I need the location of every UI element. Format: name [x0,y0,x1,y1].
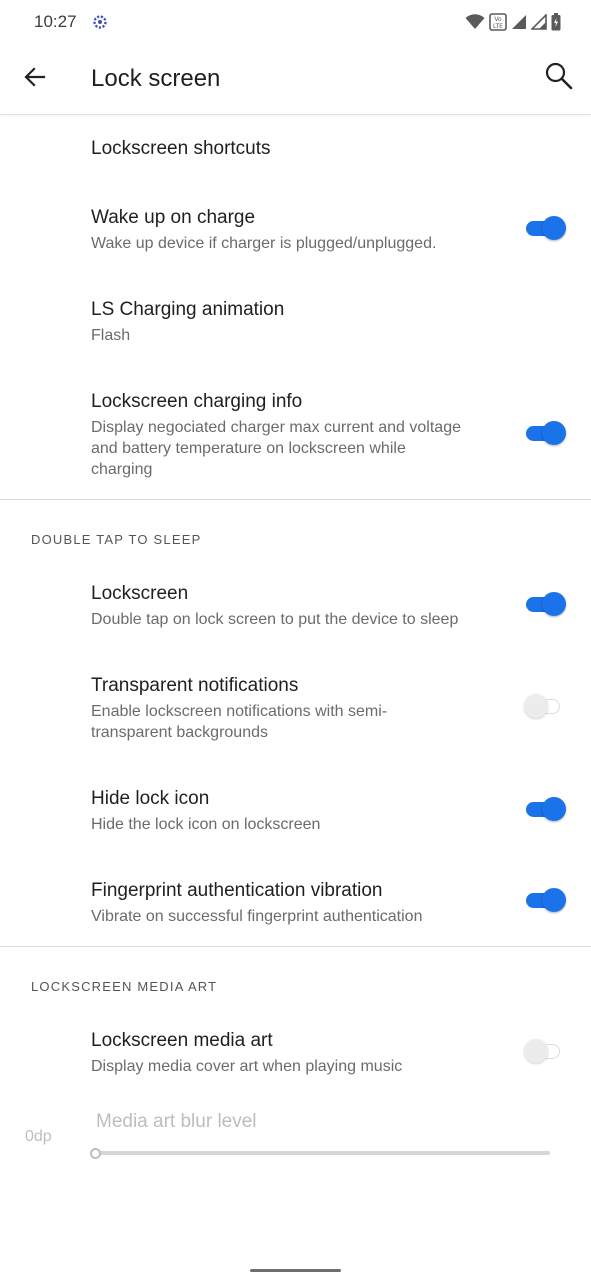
wake-on-charge-switch[interactable] [524,214,568,242]
hide-lock-icon-switch[interactable] [524,795,568,823]
search-icon [544,61,574,96]
pref-summary: Display media cover art when playing mus… [91,1058,403,1075]
pref-charging-info[interactable]: Lockscreen charging info Display negocia… [0,368,591,498]
pref-charging-animation[interactable]: LS Charging animation Flash [0,276,591,368]
divider [0,946,591,947]
page-title: Lock screen [91,65,221,92]
wifi-icon [465,14,485,30]
status-bar: 10:27 Vo LTE [0,0,591,44]
pref-title: Lockscreen [91,583,189,604]
pref-summary: Double tap on lock screen to put the dev… [91,611,459,628]
blur-slider-thumb[interactable] [90,1148,101,1159]
svg-text:LTE: LTE [493,23,503,30]
divider [0,499,591,500]
pref-summary: Enable lockscreen notifications with sem… [91,703,388,741]
back-button[interactable] [18,62,52,96]
search-button[interactable] [541,60,577,96]
pref-summary: Vibrate on successful fingerprint authen… [91,908,423,925]
pref-title: Fingerprint authentication vibration [91,880,383,901]
settings-gear-icon [92,14,108,30]
transparent-notifications-switch[interactable] [524,692,568,720]
volte-icon: Vo LTE [489,13,507,31]
pref-title: Hide lock icon [91,788,210,809]
pref-title: LS Charging animation [91,299,285,320]
pref-wake-on-charge[interactable]: Wake up on charge Wake up device if char… [0,184,591,276]
category-media-art: LOCKSCREEN MEDIA ART [31,979,218,994]
svg-text:Vo: Vo [494,16,502,23]
pref-title: Wake up on charge [91,207,256,228]
pref-title: Lockscreen charging info [91,391,303,412]
pref-fingerprint-vibration[interactable]: Fingerprint authentication vibration Vib… [0,857,591,947]
pref-title: Lockscreen shortcuts [91,138,271,159]
pref-summary: Hide the lock icon on lockscreen [91,816,321,833]
fingerprint-vibration-switch[interactable] [524,886,568,914]
battery-icon [551,13,561,31]
status-time: 10:27 [34,12,77,31]
charging-info-switch[interactable] [524,419,568,447]
pref-summary: Flash [91,327,131,344]
category-double-tap: DOUBLE TAP TO SLEEP [31,532,202,547]
pref-media-art[interactable]: Lockscreen media art Display media cover… [0,1007,591,1099]
app-bar: Lock screen [0,44,591,115]
signal-icon [511,14,527,30]
pref-double-tap-lockscreen[interactable]: Lockscreen Double tap on lock screen to … [0,560,591,652]
pref-lockscreen-shortcuts[interactable]: Lockscreen shortcuts [0,116,591,184]
signal-icon-2 [531,14,547,30]
blur-slider-title: Media art blur level [96,1111,257,1132]
pref-transparent-notifications[interactable]: Transparent notifications Enable lockscr… [0,652,591,765]
pref-summary: Wake up device if charger is plugged/unp… [91,235,437,252]
pref-hide-lock-icon[interactable]: Hide lock icon Hide the lock icon on loc… [0,765,591,857]
pref-title: Lockscreen media art [91,1030,273,1051]
status-icons: Vo LTE [465,12,561,32]
blur-slider-track[interactable] [96,1151,550,1155]
gesture-nav-handle[interactable] [250,1269,341,1272]
pref-summary: Display negociated charger max current a… [91,419,461,478]
pref-title: Transparent notifications [91,675,299,696]
blur-value-label: 0dp [25,1128,52,1145]
arrow-back-icon [23,65,47,94]
media-art-switch[interactable] [524,1037,568,1065]
double-tap-lockscreen-switch[interactable] [524,590,568,618]
